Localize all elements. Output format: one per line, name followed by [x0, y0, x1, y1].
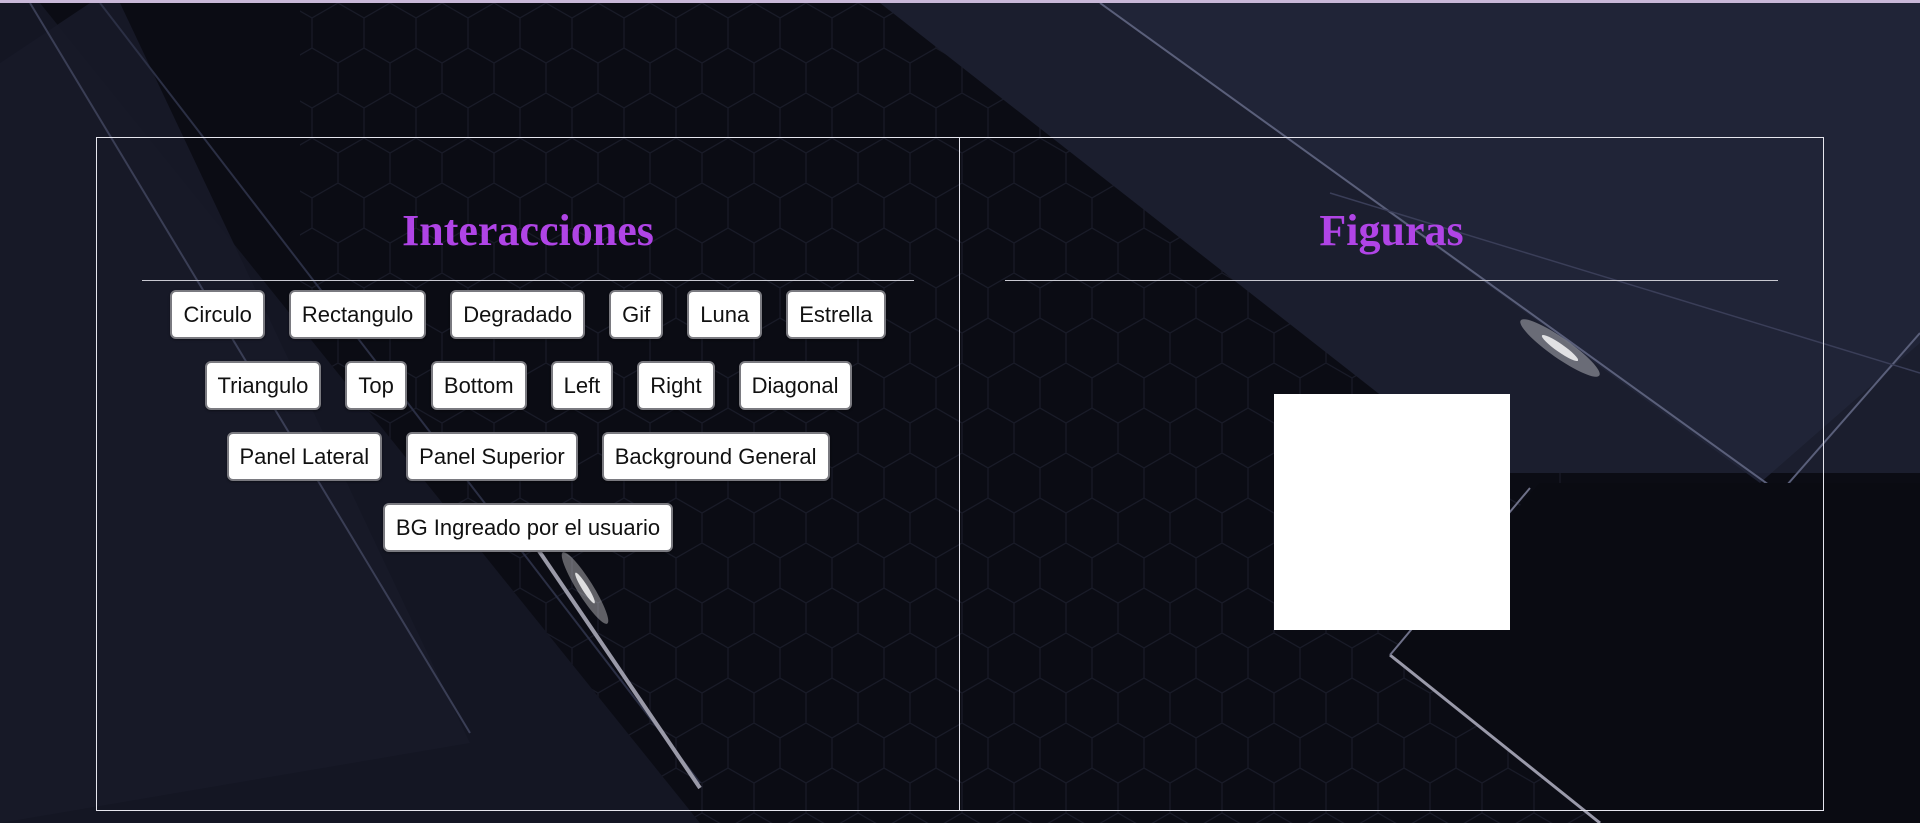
left-button[interactable]: Left	[550, 361, 614, 410]
interacciones-title: Interacciones	[402, 206, 654, 255]
rectangulo-button[interactable]: Rectangulo	[288, 290, 427, 339]
bg-usuario-button[interactable]: BG Ingreado por el usuario	[382, 503, 674, 552]
panel-lateral-button[interactable]: Panel Lateral	[226, 432, 383, 481]
top-button[interactable]: Top	[345, 361, 407, 410]
main-container: Interacciones Circulo Rectangulo Degrada…	[96, 137, 1824, 811]
panel-superior-button[interactable]: Panel Superior	[406, 432, 578, 481]
button-group: Circulo Rectangulo Degradado Gif Luna Es…	[142, 290, 914, 552]
estrella-button[interactable]: Estrella	[786, 290, 886, 339]
bottom-button[interactable]: Bottom	[430, 361, 527, 410]
diagonal-button[interactable]: Diagonal	[738, 361, 852, 410]
right-button[interactable]: Right	[637, 361, 715, 410]
interacciones-panel: Interacciones Circulo Rectangulo Degrada…	[96, 137, 960, 811]
figuras-divider	[1005, 280, 1778, 281]
figuras-title: Figuras	[1319, 206, 1464, 255]
luna-button[interactable]: Luna	[687, 290, 763, 339]
figure-rectangle	[1274, 394, 1510, 630]
degradado-button[interactable]: Degradado	[450, 290, 586, 339]
background-general-button[interactable]: Background General	[601, 432, 830, 481]
gif-button[interactable]: Gif	[609, 290, 664, 339]
triangulo-button[interactable]: Triangulo	[204, 361, 322, 410]
interacciones-divider	[142, 280, 914, 281]
figuras-panel: Figuras	[960, 137, 1824, 811]
circulo-button[interactable]: Circulo	[170, 290, 265, 339]
